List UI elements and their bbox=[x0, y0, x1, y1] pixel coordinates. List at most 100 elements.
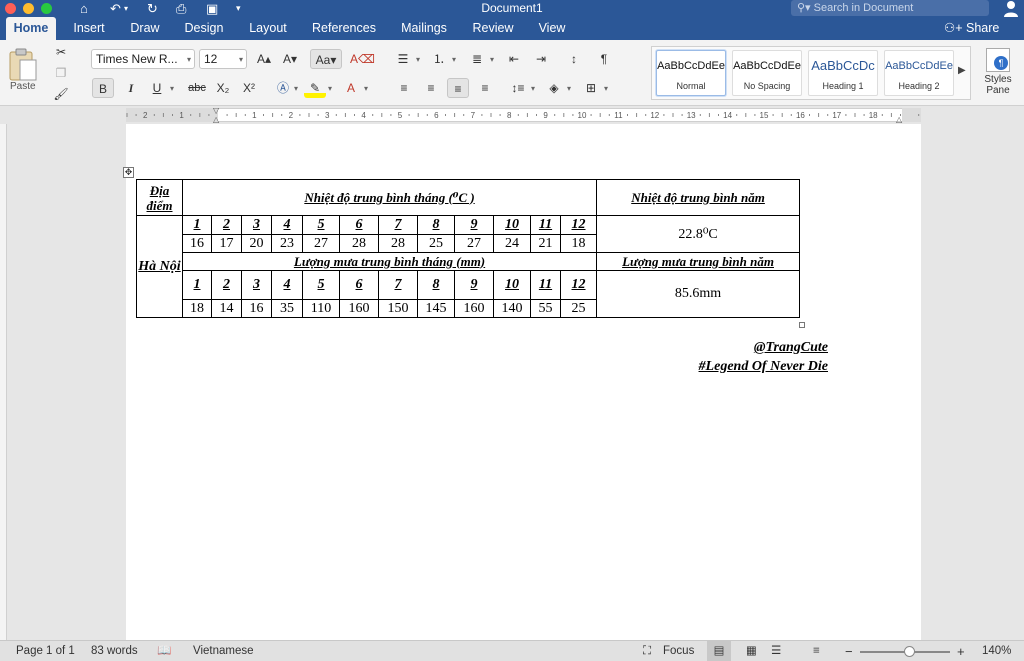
page-count[interactable]: Page 1 of 1 bbox=[16, 641, 75, 661]
rain-month-header[interactable]: Lượng mưa trung bình tháng (mm) bbox=[181, 252, 598, 271]
styles-pane-button[interactable]: ¶ Styles Pane bbox=[975, 48, 1021, 102]
grow-font-icon[interactable]: A▴ bbox=[253, 49, 275, 69]
font-size-select[interactable]: 12 ▾ bbox=[199, 49, 247, 69]
style-heading-2[interactable]: AaBbCcDdEe Heading 2 bbox=[884, 50, 954, 96]
rain-value-cell-12[interactable]: 25 bbox=[559, 299, 598, 318]
table-move-handle-icon[interactable]: ✥ bbox=[123, 167, 134, 178]
shading-icon[interactable]: ◈ bbox=[543, 78, 565, 98]
chevron-down-icon[interactable]: ▾ bbox=[328, 84, 332, 93]
line-spacing-icon[interactable]: ↕≡ bbox=[507, 78, 529, 98]
subscript-icon[interactable]: X₂ bbox=[212, 78, 234, 98]
share-button[interactable]: ⚇+ Share bbox=[944, 17, 999, 40]
focus-button[interactable]: Focus bbox=[663, 641, 694, 661]
customize-toolbar-icon[interactable]: ▾ bbox=[236, 0, 241, 17]
tab-mailings[interactable]: Mailings bbox=[394, 17, 454, 40]
style-no-spacing[interactable]: AaBbCcDdEe No Spacing bbox=[732, 50, 802, 96]
tab-home[interactable]: Home bbox=[6, 17, 56, 40]
save-icon[interactable]: ▣ bbox=[206, 0, 218, 17]
temp-value-cell-4[interactable]: 23 bbox=[271, 234, 303, 253]
text-effects-icon[interactable]: Ⓐ bbox=[272, 78, 294, 98]
home-icon[interactable]: ⌂ bbox=[80, 0, 88, 17]
shrink-font-icon[interactable]: A▾ bbox=[279, 49, 301, 69]
temp-month-cell-4[interactable]: 4 bbox=[271, 215, 303, 235]
print-layout-icon[interactable]: ▤ bbox=[707, 641, 731, 661]
rain-month-cell-11[interactable]: 11 bbox=[530, 270, 561, 300]
tab-draw[interactable]: Draw bbox=[124, 17, 166, 40]
temp-month-cell-9[interactable]: 9 bbox=[454, 215, 494, 235]
zoom-in-icon[interactable]: + bbox=[957, 641, 965, 661]
undo-icon[interactable]: ↶ bbox=[110, 0, 121, 17]
zoom-level[interactable]: 140% bbox=[982, 641, 1011, 661]
underline-button[interactable]: U bbox=[146, 78, 168, 98]
word-count[interactable]: 83 words bbox=[91, 641, 138, 661]
rain-month-cell-10[interactable]: 10 bbox=[493, 270, 531, 300]
rain-value-cell-1[interactable]: 18 bbox=[182, 299, 212, 318]
tab-references[interactable]: References bbox=[306, 17, 382, 40]
temp-value-cell-11[interactable]: 21 bbox=[530, 234, 561, 253]
chevron-down-icon[interactable]: ▾ bbox=[452, 55, 456, 64]
temp-month-cell-6[interactable]: 6 bbox=[339, 215, 379, 235]
temp-month-cell-8[interactable]: 8 bbox=[417, 215, 455, 235]
rain-month-cell-8[interactable]: 8 bbox=[417, 270, 455, 300]
close-window-button[interactable] bbox=[5, 3, 16, 14]
rain-value-cell-9[interactable]: 160 bbox=[454, 299, 494, 318]
rain-month-cell-6[interactable]: 6 bbox=[339, 270, 379, 300]
read-mode-icon[interactable]: ☰ bbox=[771, 641, 781, 661]
user-account-icon[interactable] bbox=[1002, 0, 1020, 17]
undo-dropdown-icon[interactable]: ▾ bbox=[124, 0, 128, 17]
location-cell[interactable]: Hà Nội bbox=[136, 215, 183, 318]
tab-insert[interactable]: Insert bbox=[66, 17, 112, 40]
horizontal-ruler[interactable]: 2 1 1 2 3 4 5 6 7 8 9 10 11 12 13 14 15 16 17 18 ▽ △ △ bbox=[0, 106, 1024, 124]
temp-month-cell-1[interactable]: 1 bbox=[182, 215, 212, 235]
superscript-icon[interactable]: X² bbox=[238, 78, 260, 98]
rain-month-cell-2[interactable]: 2 bbox=[211, 270, 242, 300]
change-case-icon[interactable]: Aa▾ bbox=[310, 49, 342, 69]
bullets-icon[interactable]: ☰ bbox=[392, 49, 414, 69]
temp-value-cell-8[interactable]: 25 bbox=[417, 234, 455, 253]
rain-value-cell-11[interactable]: 55 bbox=[530, 299, 561, 318]
search-input[interactable]: ⚲▾ Search in Document bbox=[791, 0, 989, 16]
cut-icon[interactable]: ✂ bbox=[50, 42, 72, 62]
signature-line-1[interactable]: @TrangCute bbox=[754, 340, 828, 356]
align-center-icon[interactable]: ≡ bbox=[420, 78, 442, 98]
tab-review[interactable]: Review bbox=[466, 17, 520, 40]
chevron-down-icon[interactable]: ▾ bbox=[294, 84, 298, 93]
rain-month-cell-1[interactable]: 1 bbox=[182, 270, 212, 300]
temp-month-cell-7[interactable]: 7 bbox=[378, 215, 418, 235]
temp-month-cell-2[interactable]: 2 bbox=[211, 215, 242, 235]
rain-value-cell-2[interactable]: 14 bbox=[211, 299, 242, 318]
decrease-indent-icon[interactable]: ⇤ bbox=[503, 49, 525, 69]
clear-formatting-icon[interactable]: A⌫ bbox=[350, 49, 375, 69]
focus-icon[interactable]: ⛶ bbox=[643, 641, 651, 661]
rain-value-cell-7[interactable]: 150 bbox=[378, 299, 418, 318]
temp-value-cell-2[interactable]: 17 bbox=[211, 234, 242, 253]
signature-line-2[interactable]: #Legend Of Never Die bbox=[699, 359, 828, 375]
temp-month-cell-10[interactable]: 10 bbox=[493, 215, 531, 235]
chevron-down-icon[interactable]: ▾ bbox=[170, 84, 174, 93]
rain-value-cell-6[interactable]: 160 bbox=[339, 299, 379, 318]
bold-button[interactable]: B bbox=[92, 78, 114, 98]
zoom-out-icon[interactable]: − bbox=[845, 641, 853, 661]
proofing-icon[interactable]: 📖 bbox=[157, 641, 171, 661]
temp-month-cell-3[interactable]: 3 bbox=[241, 215, 272, 235]
print-icon[interactable]: ⎙ bbox=[176, 0, 186, 17]
redo-icon[interactable]: ↻ bbox=[147, 0, 158, 17]
chevron-down-icon[interactable]: ▾ bbox=[567, 84, 571, 93]
format-painter-icon[interactable]: 🖌 bbox=[50, 84, 72, 104]
align-left-icon[interactable]: ≡ bbox=[393, 78, 415, 98]
rain-value-cell-3[interactable]: 16 bbox=[241, 299, 272, 318]
rain-month-cell-9[interactable]: 9 bbox=[454, 270, 494, 300]
first-line-indent-marker[interactable]: ▽ bbox=[213, 106, 219, 115]
temp-month-cell-12[interactable]: 12 bbox=[559, 215, 598, 235]
numbering-icon[interactable]: ⒈ bbox=[428, 49, 450, 69]
temp-year-header[interactable]: Nhiệt độ trung bình năm bbox=[596, 179, 801, 216]
rain-month-cell-12[interactable]: 12 bbox=[559, 270, 598, 300]
chevron-down-icon[interactable]: ▾ bbox=[416, 55, 420, 64]
temp-value-cell-5[interactable]: 27 bbox=[302, 234, 340, 253]
minimize-window-button[interactable] bbox=[23, 3, 34, 14]
show-formatting-icon[interactable]: ¶ bbox=[593, 49, 615, 69]
font-color-icon[interactable]: A bbox=[340, 78, 362, 98]
italic-button[interactable]: I bbox=[120, 78, 142, 98]
temp-month-cell-5[interactable]: 5 bbox=[302, 215, 340, 235]
highlight-icon[interactable]: ✎ bbox=[304, 78, 326, 98]
